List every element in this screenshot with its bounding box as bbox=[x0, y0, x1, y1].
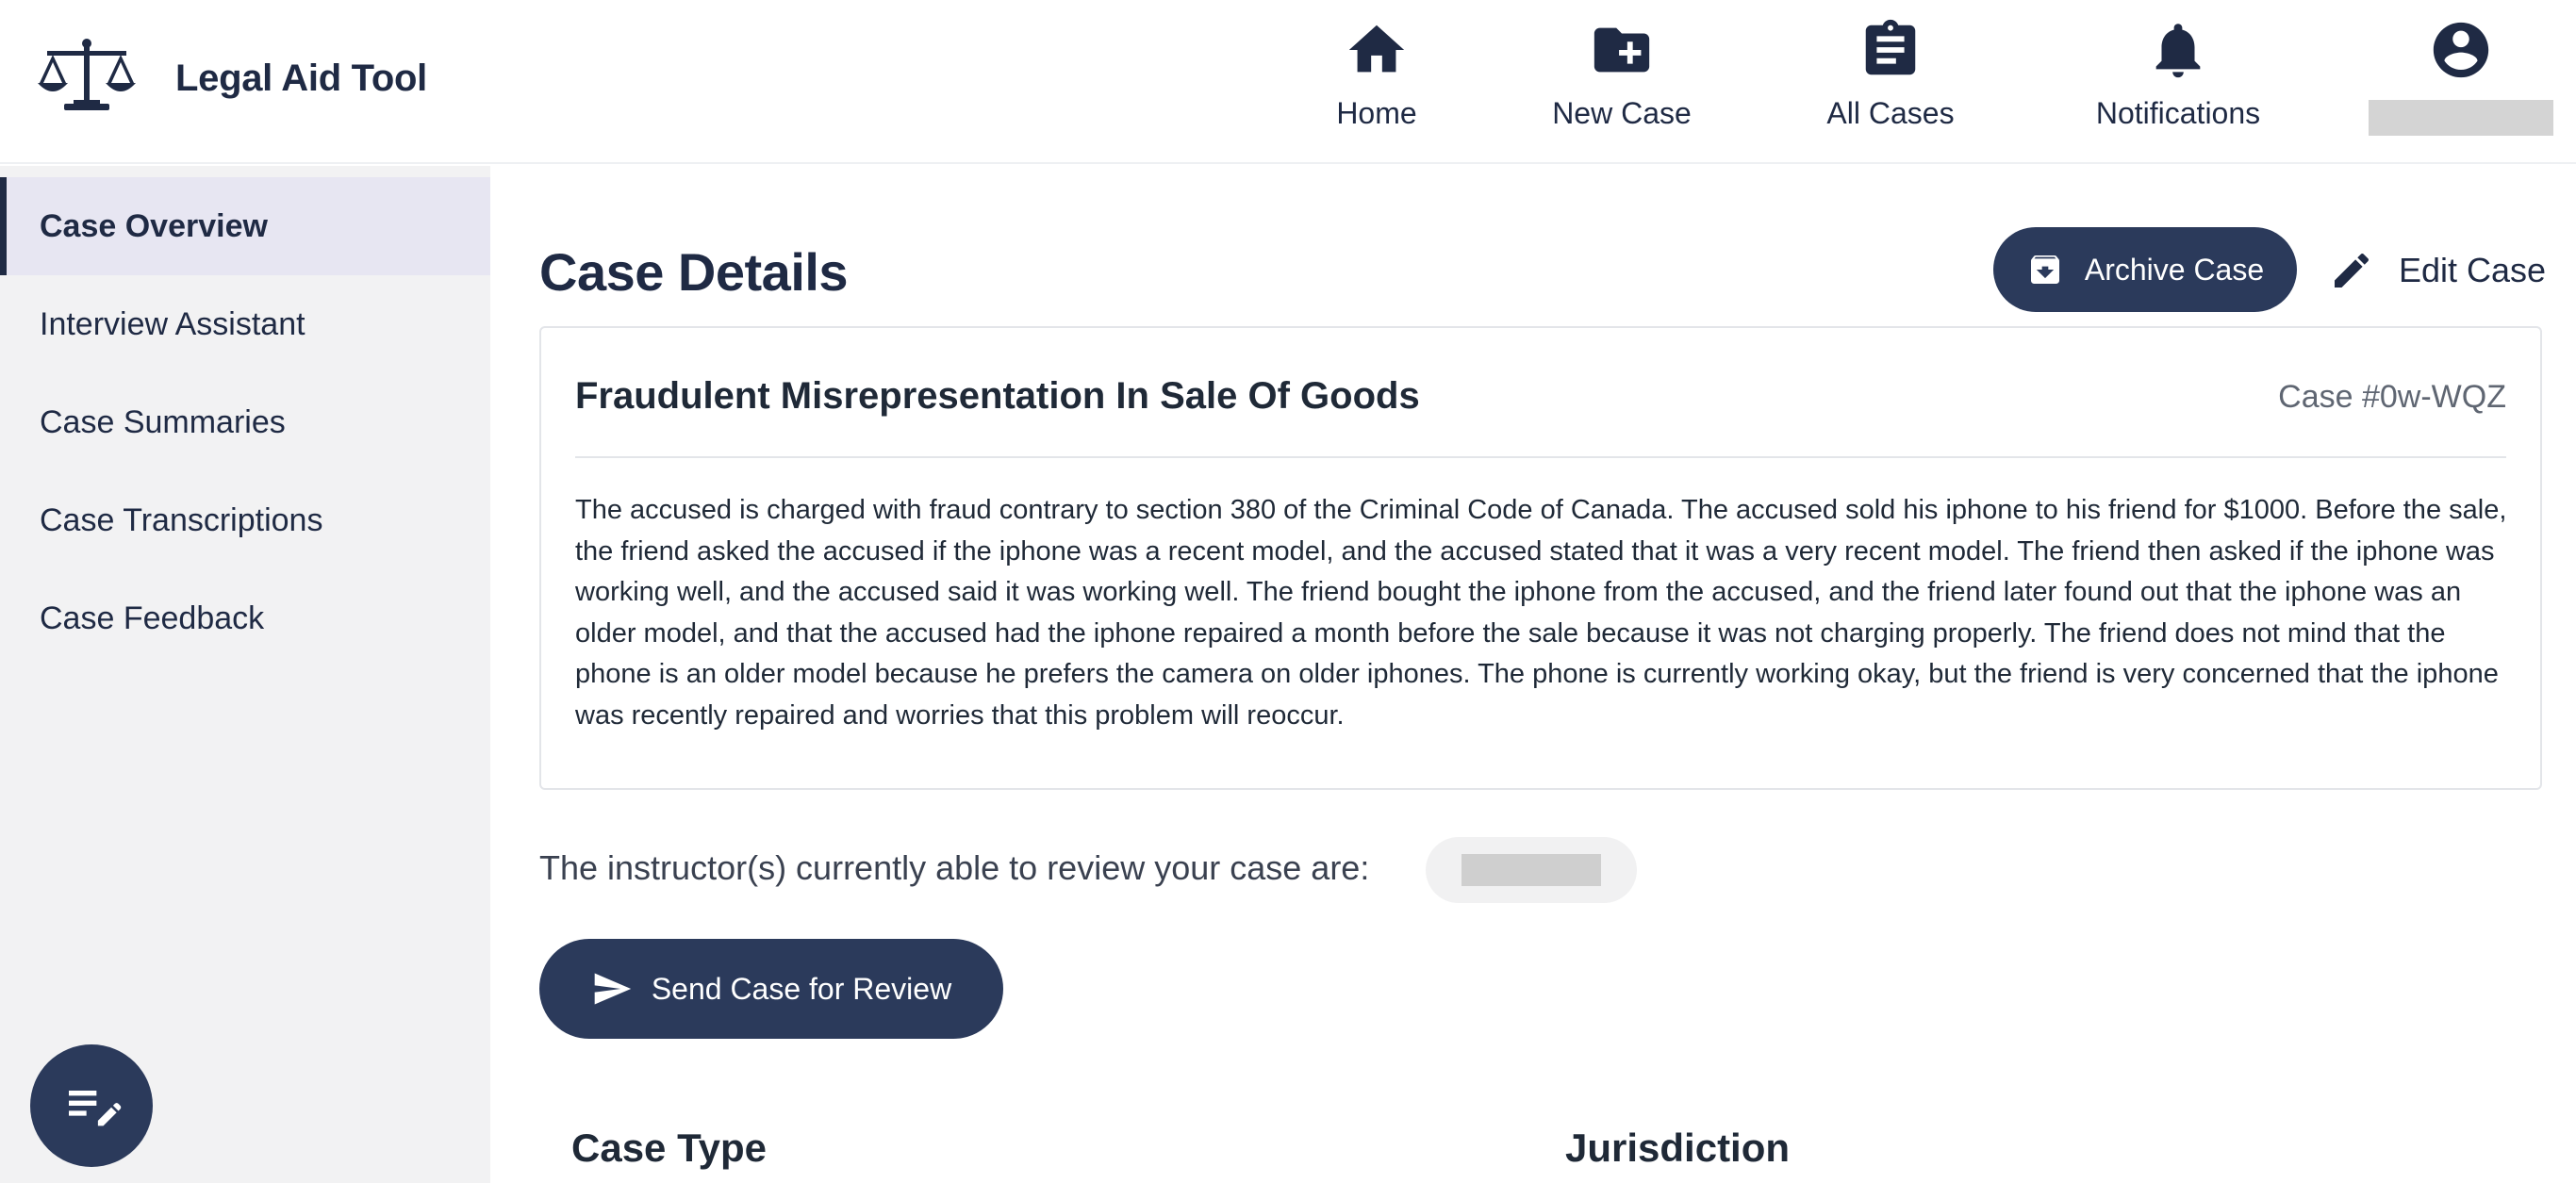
case-description: The accused is charged with fraud contra… bbox=[575, 495, 2507, 731]
sidebar: Case Overview Interview Assistant Case S… bbox=[0, 166, 490, 1183]
home-icon bbox=[1348, 25, 1405, 73]
nav-home-label: Home bbox=[1336, 96, 1417, 130]
nav-new-case[interactable]: New Case bbox=[1537, 17, 1707, 131]
instructor-review-text: The instructor(s) currently able to revi… bbox=[539, 848, 1370, 887]
folder-plus-icon bbox=[1593, 27, 1650, 73]
send-icon bbox=[594, 973, 631, 1005]
scales-of-justice-icon bbox=[38, 39, 136, 110]
clipboard-list-icon bbox=[1865, 19, 1916, 75]
card-divider bbox=[575, 456, 2506, 458]
sidebar-item-label: Interview Assistant bbox=[40, 305, 305, 342]
case-name: Fraudulent Misrepresentation In Sale Of … bbox=[575, 375, 1420, 417]
nav-notifications-label: Notifications bbox=[2095, 96, 2261, 130]
app-root: Legal Aid Tool Home New Case All Cases N… bbox=[0, 0, 2576, 1183]
redacted-instructor-name bbox=[1461, 854, 1601, 886]
jurisdiction-heading: Jurisdiction bbox=[1565, 1125, 1791, 1170]
sidebar-item-label: Case Transcriptions bbox=[40, 501, 323, 538]
nav-all-cases[interactable]: All Cases bbox=[1815, 17, 1966, 131]
nav-home[interactable]: Home bbox=[1320, 17, 1433, 131]
sidebar-item-case-summaries[interactable]: Case Summaries bbox=[0, 373, 490, 471]
bell-icon bbox=[2155, 24, 2201, 78]
sidebar-item-case-transcriptions[interactable]: Case Transcriptions bbox=[0, 471, 490, 569]
sidebar-item-case-overview[interactable]: Case Overview bbox=[0, 177, 490, 275]
sidebar-item-label: Case Feedback bbox=[40, 600, 265, 636]
case-card: Fraudulent Misrepresentation In Sale Of … bbox=[539, 326, 2542, 790]
nav-profile[interactable] bbox=[2357, 17, 2565, 136]
edit-case-label: Edit Case bbox=[2399, 251, 2547, 289]
main-content: Case Details Archive Case Edit Case Frau… bbox=[490, 166, 2576, 1183]
sidebar-item-label: Case Summaries bbox=[40, 403, 286, 440]
notes-fab-button[interactable] bbox=[30, 1044, 153, 1167]
sidebar-item-label: Case Overview bbox=[40, 207, 268, 244]
archive-case-label: Archive Case bbox=[2084, 252, 2265, 287]
redacted-user-name bbox=[2369, 100, 2553, 136]
brand[interactable]: Legal Aid Tool bbox=[38, 38, 427, 119]
notes-edit-icon bbox=[69, 1091, 122, 1126]
pencil-icon bbox=[2335, 253, 2370, 288]
instructor-chip bbox=[1426, 837, 1637, 903]
account-circle-icon bbox=[2433, 22, 2489, 78]
archive-icon bbox=[2030, 255, 2059, 284]
nav-all-cases-label: All Cases bbox=[1826, 96, 1955, 130]
case-type-heading: Case Type bbox=[571, 1125, 767, 1170]
sidebar-item-interview-assistant[interactable]: Interview Assistant bbox=[0, 275, 490, 373]
case-number: Case #0w-WQZ bbox=[2278, 379, 2506, 415]
nav-new-case-label: New Case bbox=[1552, 96, 1692, 130]
nav-notifications[interactable]: Notifications bbox=[2074, 17, 2282, 131]
page-title: Case Details bbox=[539, 242, 849, 302]
app-name: Legal Aid Tool bbox=[175, 57, 427, 99]
send-case-for-review-button[interactable]: Send Case for Review bbox=[539, 939, 1003, 1039]
sidebar-list: Case Overview Interview Assistant Case S… bbox=[0, 177, 490, 667]
top-header: Legal Aid Tool Home New Case All Cases N… bbox=[0, 0, 2576, 164]
send-case-label: Send Case for Review bbox=[651, 971, 952, 1006]
archive-case-button[interactable]: Archive Case bbox=[1993, 227, 2297, 312]
edit-case-button[interactable]: Edit Case bbox=[2329, 239, 2546, 302]
sidebar-item-case-feedback[interactable]: Case Feedback bbox=[0, 569, 490, 667]
